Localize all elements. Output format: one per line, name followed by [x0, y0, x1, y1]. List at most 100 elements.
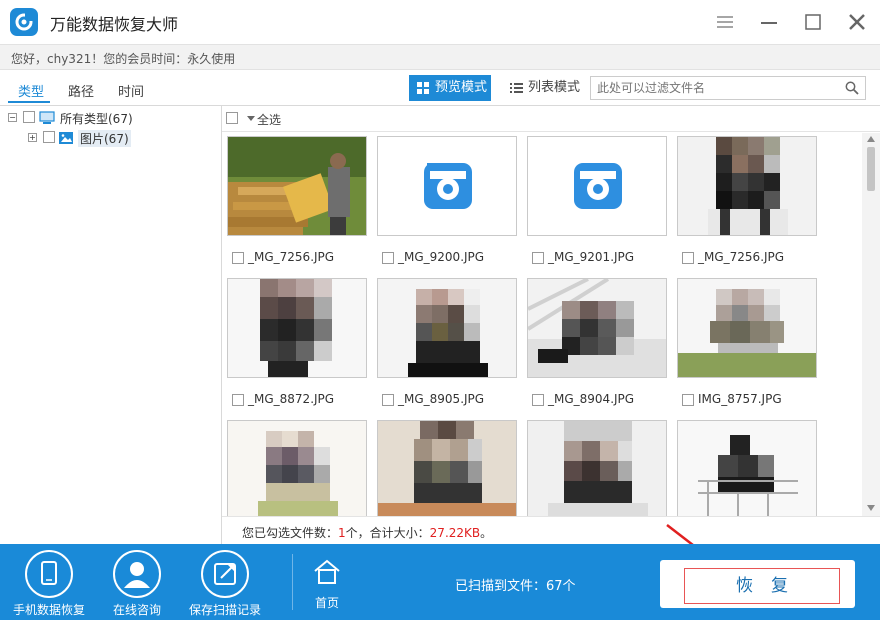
recover-button-frame[interactable]: 恢复	[660, 560, 855, 608]
select-all-bar: 全选	[222, 106, 880, 132]
file-checkbox[interactable]	[232, 251, 244, 264]
online-consult-label: 在线咨询	[112, 603, 161, 617]
preview-mode-button[interactable]: 预览模式	[409, 75, 491, 101]
tab-path[interactable]: 路径	[68, 81, 94, 100]
filter-input[interactable]	[591, 77, 831, 99]
member-info-text: 您好，chy321！您的会员时间：永久使用	[11, 52, 236, 66]
file-name: _MG_7256.JPG	[248, 250, 335, 264]
recover-button[interactable]: 恢复	[684, 568, 840, 604]
preview-mode-label: 预览模式	[435, 80, 488, 95]
dropdown-arrow-icon[interactable]	[247, 116, 255, 122]
thumbnail-photo-wood[interactable]	[227, 136, 367, 236]
search-icon[interactable]	[845, 81, 859, 95]
thumbnail-photo-blurred[interactable]	[677, 278, 817, 378]
thumbnail-photo-blurred[interactable]	[227, 420, 367, 516]
image-placeholder-icon	[424, 163, 472, 209]
selection-status: 您已勾选文件数：1个，合计大小：27.22KB。	[222, 516, 880, 545]
home-label: 首页	[314, 596, 339, 610]
minimize-icon[interactable]	[757, 10, 781, 34]
member-info-bar: 您好，chy321！您的会员时间：永久使用	[0, 44, 880, 70]
file-name: _MG_9200.JPG	[398, 250, 485, 264]
file-checkbox[interactable]	[382, 393, 394, 406]
thumbnail-placeholder[interactable]	[377, 136, 517, 236]
collapse-toggle[interactable]: −	[8, 113, 17, 122]
user-icon	[113, 550, 161, 598]
title-bar: 万能数据恢复大师	[0, 0, 880, 44]
scroll-down-icon[interactable]	[867, 505, 875, 511]
thumbnail-placeholder[interactable]	[527, 136, 667, 236]
status-prefix: 您已勾选文件数：	[242, 526, 339, 540]
bottom-action-bar: 手机数据恢复 在线咨询 保存扫描记录 首页 已扫描到文件：67个 恢复	[0, 544, 880, 620]
file-name: _MG_8904.JPG	[548, 392, 635, 406]
scanned-count-text: 已扫描到文件：67个	[455, 579, 576, 594]
app-title: 万能数据恢复大师	[50, 15, 179, 34]
file-preview-area: 全选 _MG_7256.JPG _MG_9200.JPG _MG_9201.JP…	[222, 105, 880, 545]
grid-view-icon	[417, 82, 429, 94]
close-icon[interactable]	[845, 10, 869, 34]
tree-root-checkbox[interactable]	[23, 111, 35, 123]
category-tabs: 类型 路径 时间	[0, 71, 222, 105]
thumbnail-photo-blurred[interactable]	[677, 136, 817, 236]
file-name: _MG_7256.JPG	[698, 250, 785, 264]
status-suffix: 。	[480, 526, 493, 540]
menu-icon[interactable]	[713, 10, 737, 34]
file-item[interactable]: _MG_8872.JPG	[232, 392, 334, 408]
thumbnail-photo-blurred[interactable]	[377, 278, 517, 378]
phone-icon	[25, 550, 73, 598]
expand-toggle[interactable]: +	[28, 133, 37, 142]
vertical-scrollbar[interactable]	[862, 133, 880, 516]
file-checkbox[interactable]	[682, 251, 694, 264]
phone-recovery-label: 手机数据恢复	[12, 603, 85, 617]
file-item[interactable]: IMG_8757.JPG	[682, 392, 782, 408]
view-toolbar: 预览模式 列表模式	[222, 71, 880, 105]
save-scan-label: 保存扫描记录	[188, 603, 261, 617]
select-all-label: 全选	[257, 113, 282, 127]
scroll-thumb[interactable]	[867, 147, 875, 191]
file-name: _MG_8872.JPG	[248, 392, 335, 406]
save-scan-button[interactable]: 保存扫描记录	[185, 550, 265, 618]
tab-time[interactable]: 时间	[118, 81, 144, 100]
tree-root-label: 所有类型(67)	[60, 112, 133, 126]
phone-recovery-button[interactable]: 手机数据恢复	[9, 550, 89, 618]
tab-type[interactable]: 类型	[18, 81, 44, 100]
thumbnail-photo-blurred[interactable]	[527, 278, 667, 378]
file-checkbox[interactable]	[232, 393, 244, 406]
selected-count: 1	[338, 526, 346, 540]
image-placeholder-icon	[574, 163, 622, 209]
file-item[interactable]: _MG_7256.JPG	[232, 250, 334, 266]
file-checkbox[interactable]	[682, 393, 694, 406]
thumbnail-photo-blurred[interactable]	[227, 278, 367, 378]
file-item[interactable]: _MG_9200.JPG	[382, 250, 484, 266]
list-mode-button[interactable]: 列表模式	[502, 75, 582, 101]
thumbnail-photo-blurred[interactable]	[677, 420, 817, 516]
file-item[interactable]: _MG_9201.JPG	[532, 250, 634, 266]
image-folder-icon	[59, 132, 73, 144]
selection-summary: 您已勾选文件数：1个，合计大小：27.22KB。	[242, 524, 492, 541]
selected-size: 27.22KB	[429, 526, 481, 540]
file-checkbox[interactable]	[382, 251, 394, 264]
online-consult-button[interactable]: 在线咨询	[97, 550, 177, 618]
file-checkbox[interactable]	[532, 251, 544, 264]
home-button[interactable]: 首页	[287, 558, 367, 626]
export-icon	[201, 550, 249, 598]
active-tab-indicator	[8, 101, 50, 103]
maximize-icon[interactable]	[801, 10, 825, 34]
file-name: _MG_8905.JPG	[398, 392, 485, 406]
thumbnail-photo-blurred[interactable]	[527, 420, 667, 516]
status-mid: 个，合计大小：	[345, 526, 430, 540]
computer-icon	[39, 111, 55, 124]
file-item[interactable]: _MG_8904.JPG	[532, 392, 634, 408]
filter-search-box	[590, 76, 866, 100]
list-view-icon	[510, 83, 523, 93]
app-logo-icon	[10, 8, 38, 36]
select-all-checkbox[interactable]	[226, 112, 238, 124]
scroll-up-icon[interactable]	[867, 136, 875, 142]
list-mode-label: 列表模式	[528, 80, 581, 95]
file-name: _MG_9201.JPG	[548, 250, 635, 264]
file-item[interactable]: _MG_8905.JPG	[382, 392, 484, 408]
tree-images-checkbox[interactable]	[43, 131, 55, 143]
tree-images-label: 图片(67)	[78, 130, 131, 147]
thumbnail-photo-blurred[interactable]	[377, 420, 517, 516]
file-checkbox[interactable]	[532, 393, 544, 406]
file-item[interactable]: _MG_7256.JPG	[682, 250, 784, 266]
